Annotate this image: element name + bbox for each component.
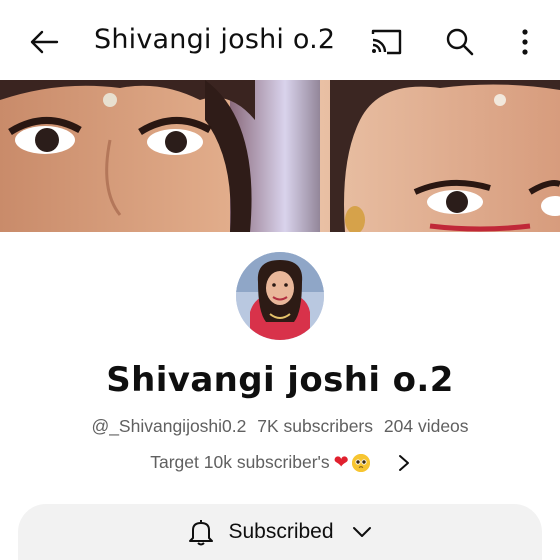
search-button[interactable] — [438, 22, 482, 62]
subscriber-count: 7K subscribers — [257, 416, 374, 436]
channel-avatar[interactable] — [236, 252, 324, 340]
bell-icon — [189, 520, 214, 546]
more-vert-icon — [522, 29, 528, 55]
subscribed-label: Subscribed — [228, 520, 334, 543]
cast-button[interactable] — [364, 24, 408, 60]
cast-icon — [371, 29, 402, 55]
channel-meta: @_Shivangijoshi0.2 7K subscribers 204 vi… — [0, 416, 560, 437]
video-count: 204 videos — [383, 416, 469, 436]
avatar-image — [236, 252, 324, 340]
chevron-right-icon — [398, 454, 410, 472]
back-arrow-icon — [30, 30, 59, 54]
banner-image — [0, 80, 560, 232]
search-icon — [446, 28, 474, 56]
channel-handle: @_Shivangijoshi0.2 — [91, 416, 247, 436]
more-options-button[interactable] — [508, 22, 542, 62]
channel-banner — [0, 80, 560, 232]
top-app-bar: Shivangi joshi o.2 — [0, 0, 560, 80]
description-text: Target 10k subscriber's — [150, 452, 330, 472]
chevron-down-icon — [352, 527, 371, 537]
pleading-face-icon — [351, 453, 370, 472]
page-title: Shivangi joshi o.2 — [94, 24, 336, 55]
red-heart-icon: ❤ — [333, 452, 349, 472]
channel-name: Shivangi joshi o.2 — [106, 360, 454, 400]
channel-description[interactable]: Target 10k subscriber's ❤ — [0, 452, 560, 473]
subscribed-button[interactable]: Subscribed — [18, 504, 542, 560]
back-button[interactable] — [18, 22, 70, 62]
